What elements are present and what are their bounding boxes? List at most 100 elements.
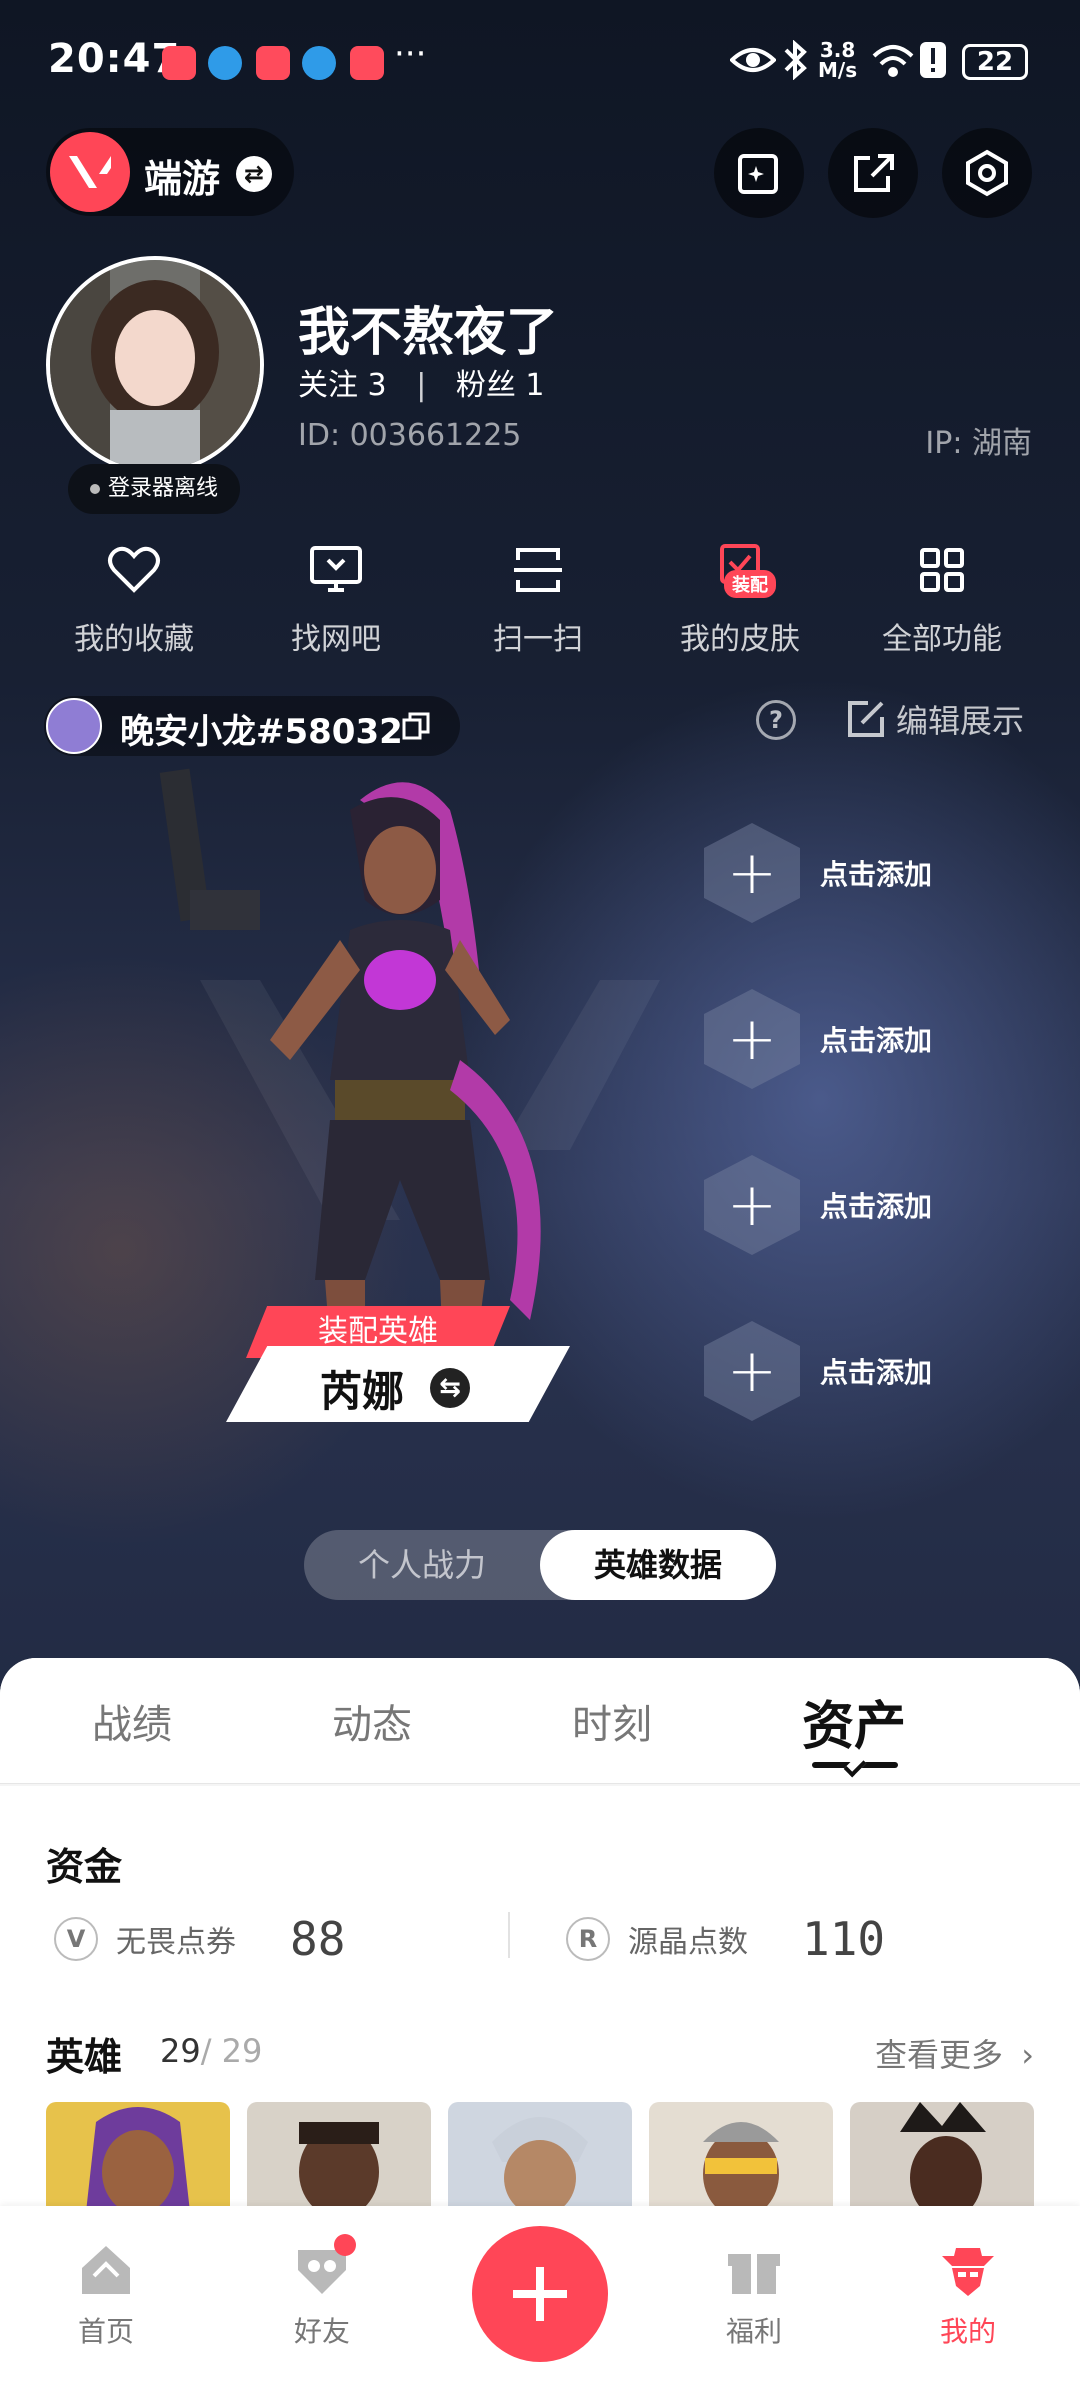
all-features-label: 全部功能 [882,622,1002,657]
heart-icon [108,546,160,593]
more-notifications-icon: ··· [394,34,427,74]
wifi-icon [872,45,914,77]
share-card-button[interactable] [714,128,804,218]
currency-label: 源晶点数 [628,1925,748,1960]
add-slot-4[interactable]: + 点击添加 [704,1316,1034,1426]
nav-me-label: 我的 [939,2315,996,2348]
funds-title: 资金 [46,1845,123,1889]
following-label: 关注 [298,368,358,403]
heroes-title: 英雄 [46,2035,123,2079]
heroes-count: 29/ 29 [160,2032,262,2070]
my-skins-button[interactable]: 装配 我的皮肤 [640,540,840,660]
add-icon: + [704,1321,800,1421]
browser-notification-icon [208,46,242,80]
create-post-button[interactable] [472,2226,608,2362]
nav-friends-label: 好友 [293,2315,350,2348]
scan-label: 扫一扫 [493,622,583,657]
edit-display-button[interactable]: 编辑展示 [846,696,1024,742]
skin-equip-badge: 装配 [724,570,776,598]
game-account-name: 晚安小龙#58032 [120,712,403,752]
add-slot-2[interactable]: + 点击添加 [704,984,1034,1094]
add-slot-3[interactable]: + 点击添加 [704,1150,1034,1260]
share-icon [854,154,894,192]
friends-notification-dot [334,2234,356,2256]
tab-activity[interactable]: 动态 [332,1692,412,1750]
fans-label: 粉丝 [455,368,516,403]
grid-icon [920,548,964,592]
user-id: ID: 003661225 [298,418,522,453]
scan-icon [514,548,562,592]
heroes-owned: 29 [160,2032,201,2070]
toggle-personal-power[interactable]: 个人战力 [304,1530,540,1600]
toggle-hero-data[interactable]: 英雄数据 [540,1530,776,1600]
add-icon: + [704,989,800,1089]
status-time: 20:47 [48,36,181,82]
profile-icon [942,2248,994,2296]
gift-icon [728,2254,780,2294]
favorites-label: 我的收藏 [74,622,194,657]
app-notification-icon [350,46,384,80]
valorant-logo-icon [50,132,130,212]
add-slot-label: 点击添加 [820,1024,933,1057]
currency-value: 110 [802,1912,886,1966]
nav-friends[interactable]: 好友 [242,2234,402,2350]
add-slot-label: 点击添加 [820,1190,933,1223]
equipped-hero-name: 芮娜 [320,1367,405,1416]
browser-notification-icon [302,46,336,80]
settings-button[interactable] [942,128,1032,218]
platform-switch-label[interactable]: 端游 [144,148,220,203]
scan-button[interactable]: 扫一扫 [438,540,638,660]
hero-thumb[interactable] [850,2102,1034,2212]
my-skins-label: 我的皮肤 [680,622,800,657]
currency-divider [508,1912,510,1958]
app-notification-icon [256,46,290,80]
follow-stats[interactable]: 关注 3 | 粉丝 1 [298,360,544,404]
tab-assets[interactable]: 资产 [802,1684,906,1759]
switch-hero-icon[interactable]: ⇆ [430,1368,470,1408]
all-features-button[interactable]: 全部功能 [842,540,1042,660]
game-account-avatar [46,698,102,754]
add-slot-label: 点击添加 [820,1356,933,1389]
edit-display-label: 编辑展示 [896,702,1025,740]
stats-separator: | [416,368,427,403]
nav-me[interactable]: 我的 [888,2240,1048,2350]
nav-home[interactable]: 首页 [26,2240,186,2350]
network-speed: 3.8 M/s [818,38,858,82]
heroes-total: / 29 [200,2032,263,2070]
find-netcafe-label: 找网吧 [291,622,381,657]
see-more-heroes-button[interactable]: 查看更多 › [875,2030,1034,2076]
hero-thumb[interactable] [247,2102,431,2212]
add-slot-label: 点击添加 [820,858,933,891]
hero-thumb[interactable] [448,2102,632,2212]
add-slot-1[interactable]: + 点击添加 [704,818,1034,928]
nav-home-label: 首页 [77,2315,134,2348]
alert-icon [920,42,946,78]
see-more-label: 查看更多 [875,2036,1004,2074]
tab-records[interactable]: 战绩 [92,1692,172,1750]
add-icon: + [704,1155,800,1255]
add-icon: + [704,823,800,923]
favorites-button[interactable]: 我的收藏 [34,540,234,660]
swap-icon[interactable]: ⇄ [236,156,272,192]
following-count: 3 [367,368,387,403]
nav-welfare[interactable]: 福利 [674,2240,834,2350]
find-netcafe-button[interactable]: 找网吧 [236,540,436,660]
monitor-icon [310,546,362,592]
share-button[interactable] [828,128,918,218]
ip-location: IP: 湖南 [925,426,1032,461]
radianite-points-icon: R [566,1917,610,1961]
tab-moments[interactable]: 时刻 [572,1692,652,1750]
chevron-right-icon: › [1021,2036,1034,2074]
currency-label: 无畏点券 [116,1925,236,1960]
edit-icon [848,701,884,737]
battery-indicator: 22 [962,44,1028,80]
hero-thumb[interactable] [649,2102,833,2212]
avatar[interactable] [46,256,264,474]
copy-icon[interactable] [400,710,432,742]
settings-hex-icon [966,149,1008,197]
hero-thumb[interactable] [46,2102,230,2212]
status-bar: 20:47 ··· 3.8 M/s 22 [0,0,1080,120]
app-notification-icon [162,46,196,80]
help-icon[interactable]: ? [756,700,796,740]
user-nickname: 我不熬夜了 [298,303,559,363]
